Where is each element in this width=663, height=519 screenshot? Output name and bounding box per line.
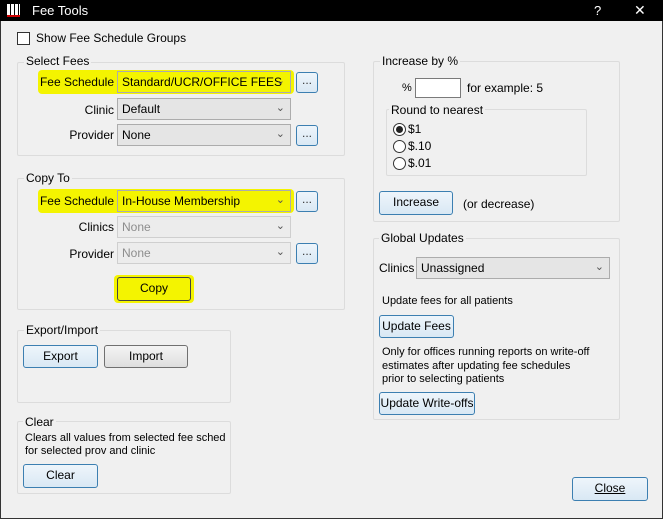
increase-button[interactable]: Increase — [379, 191, 453, 215]
update-fees-button[interactable]: Update Fees — [379, 315, 454, 338]
percent-input[interactable] — [415, 78, 461, 98]
select-fees-legend: Select Fees — [24, 54, 92, 68]
window-title: Fee Tools — [32, 3, 89, 18]
clear-button[interactable]: Clear — [23, 464, 98, 488]
copy-to-legend: Copy To — [24, 171, 72, 185]
example-text: for example: 5 — [467, 81, 544, 95]
chevron-down-icon: ⌄ — [275, 102, 285, 114]
round-01-radio[interactable] — [393, 157, 406, 170]
round-01-label: $.01 — [408, 156, 432, 170]
writeoff-text-2: estimates after updating fee schedules — [382, 360, 571, 372]
clinic-value: Default — [122, 102, 161, 116]
copy-provider-select[interactable]: None ⌄ — [117, 242, 291, 264]
writeoff-text-3: prior to selecting patients — [382, 373, 505, 385]
writeoff-text-1: Only for offices running reports on writ… — [382, 346, 590, 358]
chevron-down-icon: ⌄ — [594, 261, 604, 273]
chevron-down-icon: ⌄ — [275, 220, 285, 232]
copy-clinics-value: None — [122, 220, 151, 234]
update-fees-text: Update fees for all patients — [382, 295, 513, 307]
global-clinics-select[interactable]: Unassigned ⌄ — [416, 257, 610, 279]
fee-schedule-ellipsis-button[interactable]: ... — [296, 72, 318, 93]
app-icon — [7, 4, 20, 17]
fee-schedule-label: Fee Schedule — [39, 75, 114, 89]
percent-label: % — [402, 82, 412, 94]
help-button[interactable]: ? — [594, 3, 601, 18]
export-button[interactable]: Export — [23, 345, 98, 368]
provider-ellipsis-button[interactable]: ... — [296, 125, 318, 146]
or-decrease-text: (or decrease) — [463, 197, 535, 211]
export-import-legend: Export/Import — [24, 323, 101, 337]
clinic-label: Clinic — [84, 103, 114, 117]
round-1-radio[interactable] — [393, 123, 406, 136]
copy-button[interactable]: Copy — [117, 277, 191, 301]
copy-provider-value: None — [122, 246, 151, 260]
round-1-label: $1 — [408, 122, 422, 136]
copy-fee-schedule-label: Fee Schedule — [39, 194, 114, 208]
copy-clinics-label: Clinics — [78, 220, 114, 234]
chevron-down-icon: ⌄ — [275, 246, 285, 258]
chevron-down-icon: ⌄ — [275, 75, 285, 87]
increase-legend: Increase by % — [380, 54, 461, 68]
global-updates-legend: Global Updates — [379, 231, 466, 245]
copy-fee-schedule-ellipsis-button[interactable]: ... — [296, 191, 318, 212]
clear-description-2: for selected prov and clinic — [25, 445, 156, 457]
provider-label: Provider — [69, 128, 114, 142]
title-bar: Fee Tools ? ✕ — [0, 0, 663, 21]
round-legend: Round to nearest — [389, 103, 486, 117]
copy-provider-ellipsis-button[interactable]: ... — [296, 243, 318, 264]
provider-select[interactable]: None ⌄ — [117, 124, 291, 146]
copy-clinics-select[interactable]: None ⌄ — [117, 216, 291, 238]
fee-schedule-value: Standard/UCR/OFFICE FEES — [122, 75, 283, 89]
show-groups-label: Show Fee Schedule Groups — [36, 31, 187, 45]
global-clinics-value: Unassigned — [421, 261, 485, 275]
close-button[interactable]: Close — [572, 477, 648, 501]
global-clinics-label: Clinics — [379, 261, 415, 275]
chevron-down-icon: ⌄ — [275, 194, 285, 206]
copy-fee-schedule-select[interactable]: In-House Membership ⌄ — [117, 190, 291, 212]
close-icon[interactable]: ✕ — [634, 2, 646, 19]
clear-description-1: Clears all values from selected fee sche… — [25, 432, 226, 444]
clear-legend: Clear — [23, 415, 56, 429]
round-10-radio[interactable] — [393, 140, 406, 153]
chevron-down-icon: ⌄ — [275, 128, 285, 140]
copy-provider-label: Provider — [69, 247, 114, 261]
update-writeoffs-button[interactable]: Update Write-offs — [379, 392, 475, 415]
copy-fee-schedule-value: In-House Membership — [122, 194, 241, 208]
clinic-select[interactable]: Default ⌄ — [117, 98, 291, 120]
fee-schedule-select[interactable]: Standard/UCR/OFFICE FEES ⌄ — [117, 71, 291, 93]
import-button[interactable]: Import — [104, 345, 188, 368]
round-10-label: $.10 — [408, 139, 432, 153]
show-groups-checkbox[interactable] — [17, 32, 30, 45]
provider-value: None — [122, 128, 151, 142]
